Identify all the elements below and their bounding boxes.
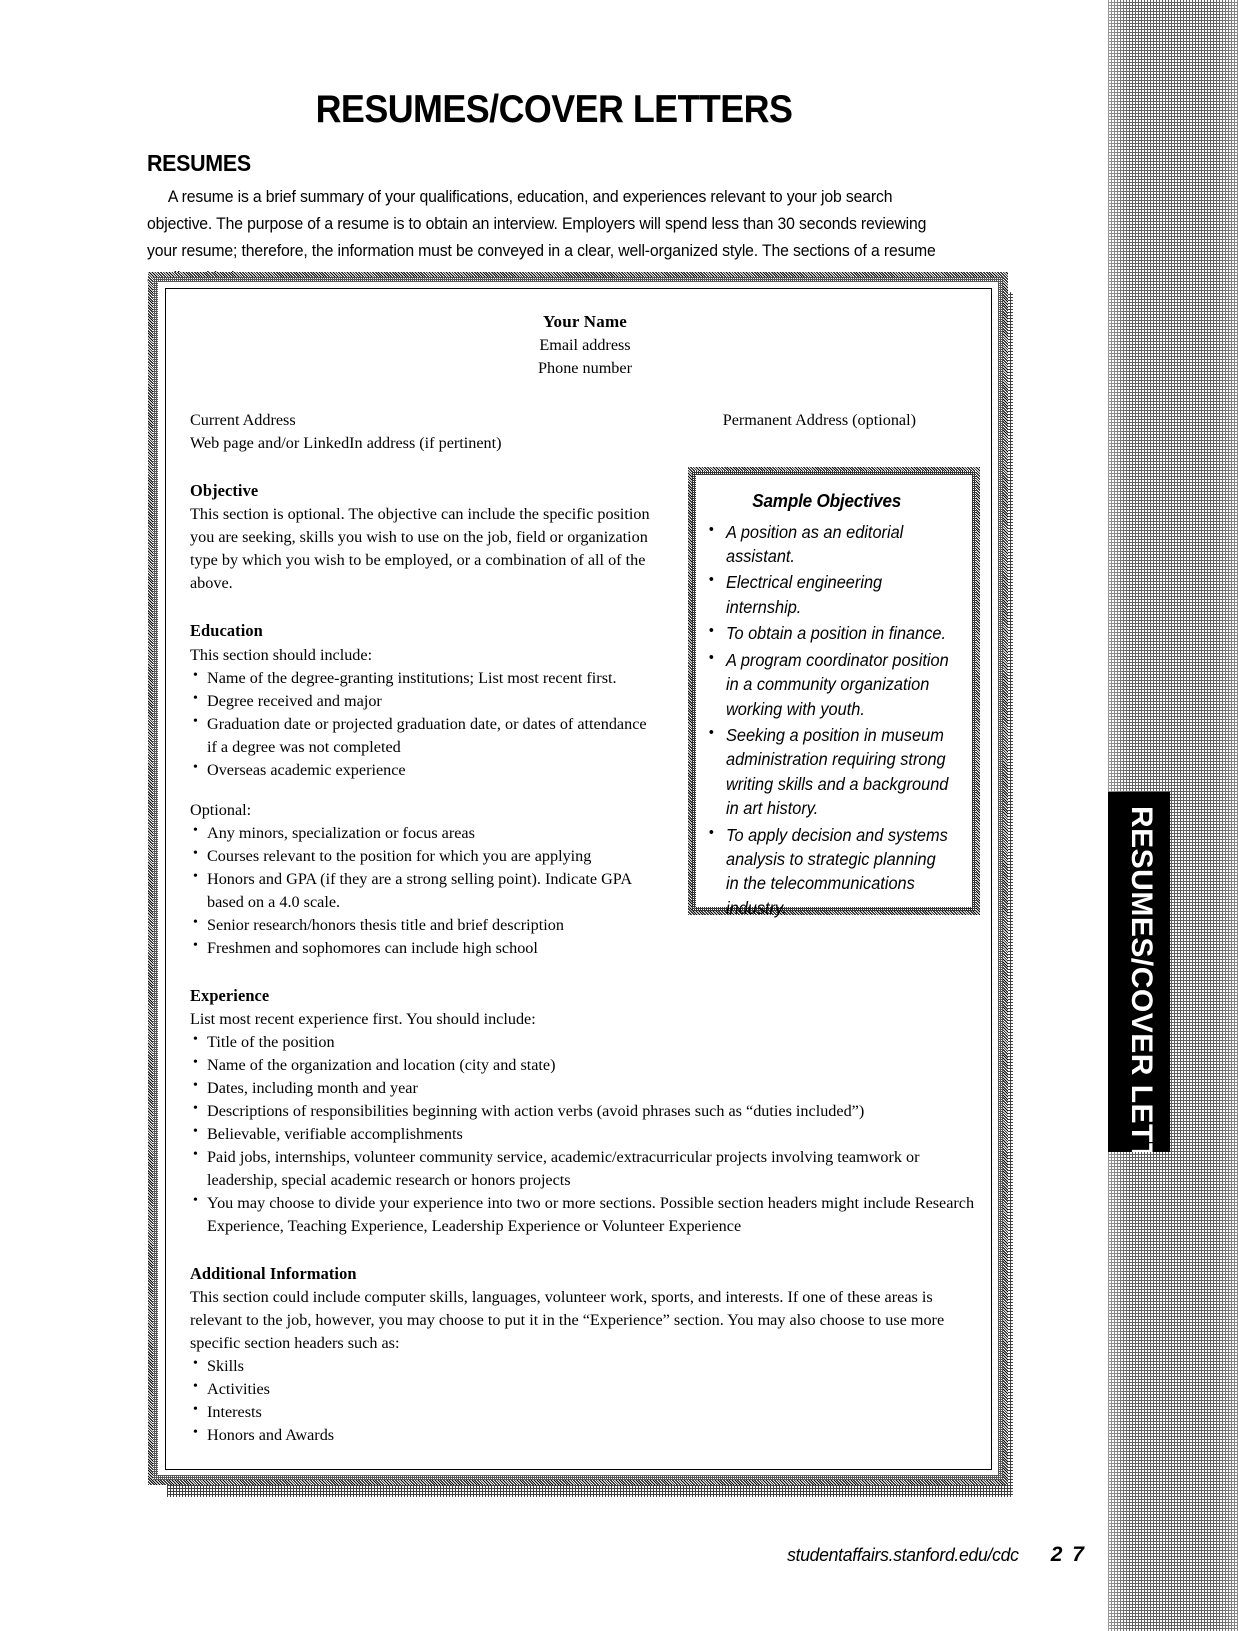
resume-experience-list: Title of the position Name of the organi…: [190, 1030, 975, 1238]
page-footer: studentaffairs.stanford.edu/cdc 2 7: [0, 1543, 1108, 1567]
resume-objective-section: Objective This section is optional. The …: [190, 479, 660, 595]
resume-education-title: Education: [190, 621, 263, 641]
list-item: Name of the organization and location (c…: [190, 1053, 975, 1077]
list-item: To apply decision and systems analysis t…: [709, 822, 952, 921]
list-item: Courses relevant to the position for whi…: [190, 844, 660, 868]
list-item: Activities: [190, 1377, 975, 1401]
list-item: Freshmen and sophomores can include high…: [190, 936, 660, 960]
list-item: Name of the degree-granting institutions…: [190, 666, 660, 690]
resume-experience-intro: List most recent experience first. You s…: [190, 1010, 536, 1029]
resume-education-section: Education This section should include: N…: [190, 619, 660, 959]
list-item: Dates, including month and year: [190, 1076, 975, 1100]
resume-webpage-address: Web page and/or LinkedIn address (if per…: [190, 434, 502, 453]
resume-address-row: Current Address Web page and/or LinkedIn…: [190, 409, 916, 455]
list-item: You may choose to divide your experience…: [190, 1191, 975, 1238]
resume-experience-title: Experience: [190, 985, 270, 1005]
resume-additional-information-body: This section could include computer skil…: [190, 1288, 945, 1353]
resume-name: Your Name: [542, 312, 628, 331]
resume-additional-information-title: Additional Information: [190, 1264, 357, 1284]
list-item: Seeking a position in museum administrat…: [709, 722, 952, 821]
list-item: Skills: [190, 1354, 975, 1378]
resume-current-address-block: Current Address Web page and/or LinkedIn…: [190, 409, 502, 455]
resume-contact-header: Your Name Email address Phone number: [275, 310, 895, 380]
footer-page-number: 2 7: [1050, 1543, 1086, 1566]
resume-email: Email address: [539, 336, 631, 355]
resume-additional-information-list: Skills Activities Interests Honors and A…: [190, 1354, 975, 1447]
list-item: Paid jobs, internships, volunteer commun…: [190, 1145, 975, 1192]
intro-section: RESUMES A resume is a brief summary of y…: [147, 150, 992, 292]
resume-phone: Phone number: [538, 359, 632, 378]
resume-additional-information-section: Additional Information This section coul…: [190, 1262, 975, 1447]
chapter-side-tab-label: RESUMES/COVER LETTERS: [1125, 806, 1158, 1152]
list-item: Interests: [190, 1400, 975, 1424]
resume-objective-body: This section is optional. The objective …: [190, 505, 650, 593]
list-item: Believable, verifiable accomplishments: [190, 1122, 975, 1146]
resume-education-intro: This section should include:: [190, 645, 373, 664]
list-item: A program coordinator position in a comm…: [709, 647, 952, 721]
list-item: Graduation date or projected graduation …: [190, 712, 660, 759]
intro-heading: RESUMES: [147, 150, 251, 176]
resume-education-optional-label: Optional:: [190, 800, 252, 819]
list-item: To obtain a position in finance.: [709, 620, 952, 645]
sample-objectives-title: Sample Objectives: [752, 491, 902, 511]
page-title: RESUMES/COVER LETTERS: [315, 88, 793, 131]
footer-url: studentaffairs.stanford.edu/cdc: [787, 1544, 1019, 1565]
list-item: Electrical engineering internship.: [709, 569, 952, 619]
resume-objective-title: Objective: [190, 481, 259, 501]
list-item: A position as an editorial assistant.: [709, 519, 952, 569]
resume-permanent-address: Permanent Address (optional): [722, 411, 916, 430]
list-item: Honors and Awards: [190, 1423, 975, 1447]
resume-experience-section: Experience List most recent experience f…: [190, 984, 975, 1238]
list-item: Overseas academic experience: [190, 758, 660, 782]
resume-current-address: Current Address: [190, 411, 296, 430]
sample-objectives-callout: Sample Objectives A position as an edito…: [688, 467, 980, 918]
sample-objectives-content: Sample Objectives A position as an edito…: [688, 467, 965, 932]
list-item: Degree received and major: [190, 689, 660, 713]
list-item: Senior research/honors thesis title and …: [190, 913, 660, 937]
chapter-side-tab: RESUMES/COVER LETTERS: [1108, 792, 1170, 1152]
list-item: Descriptions of responsibilities beginni…: [190, 1099, 975, 1123]
resume-education-list: Name of the degree-granting institutions…: [190, 666, 660, 782]
list-item: Honors and GPA (if they are a strong sel…: [190, 867, 660, 914]
resume-education-optional-list: Any minors, specialization or focus area…: [190, 821, 660, 960]
list-item: Any minors, specialization or focus area…: [190, 821, 660, 845]
list-item: Title of the position: [190, 1030, 975, 1054]
sample-objectives-list: A position as an editorial assistant. El…: [701, 519, 952, 921]
